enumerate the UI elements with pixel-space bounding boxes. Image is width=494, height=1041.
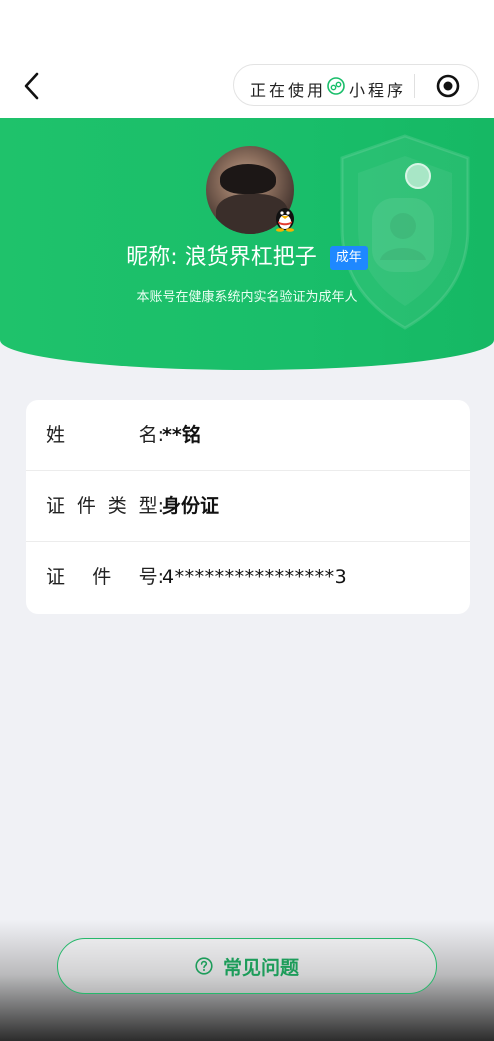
row-label-id-type: 证 件 类 型: [46,495,164,517]
shield-decoration-icon [340,134,470,330]
adult-badge: 成年 [329,246,368,270]
nickname-line: 昵称: 浪货界杠把子 成年 [0,243,494,273]
nickname-label: 昵称: [126,245,178,270]
verification-note: 本账号在健康系统内实名验证为成年人 [136,290,358,305]
target-icon[interactable] [436,74,460,98]
chevron-left-icon [24,72,39,100]
info-row-id-type: 证 件 类 型: 身份证 [26,471,470,542]
mini-program-icon [327,77,345,95]
row-value-id-number: 4****************3 [162,566,348,588]
capsule-text-using: 正在使用 [250,81,327,100]
info-row-id-number: 证 件 号: 4****************3 [26,542,470,613]
row-value-id-type: 身份证 [162,495,220,517]
faq-button[interactable]: 常见问题 [57,938,437,994]
identity-info-card: 姓 名: **铭 证 件 类 型: 身份证 证 件 号: 4**********… [26,400,470,614]
nickname-value: 浪货界杠把子 [184,245,317,270]
info-row-name: 姓 名: **铭 [26,400,470,471]
row-label-id-number: 证 件 号: [46,566,164,588]
row-value-name: **铭 [162,424,201,446]
back-button[interactable] [18,70,48,102]
top-nav-bar: 正在使用 小程序 [0,0,494,118]
capsule-text-mini-program: 小程序 [349,81,407,100]
qq-penguin-icon [276,208,294,232]
faq-label: 常见问题 [222,956,299,979]
mini-program-capsule: 正在使用 小程序 [233,64,479,106]
profile-header: 昵称: 浪货界杠把子 成年 本账号在健康系统内实名验证为成年人 [0,118,494,370]
row-label-name: 姓 名: [46,424,164,446]
capsule-divider [414,74,415,98]
question-circle-icon [195,957,213,975]
